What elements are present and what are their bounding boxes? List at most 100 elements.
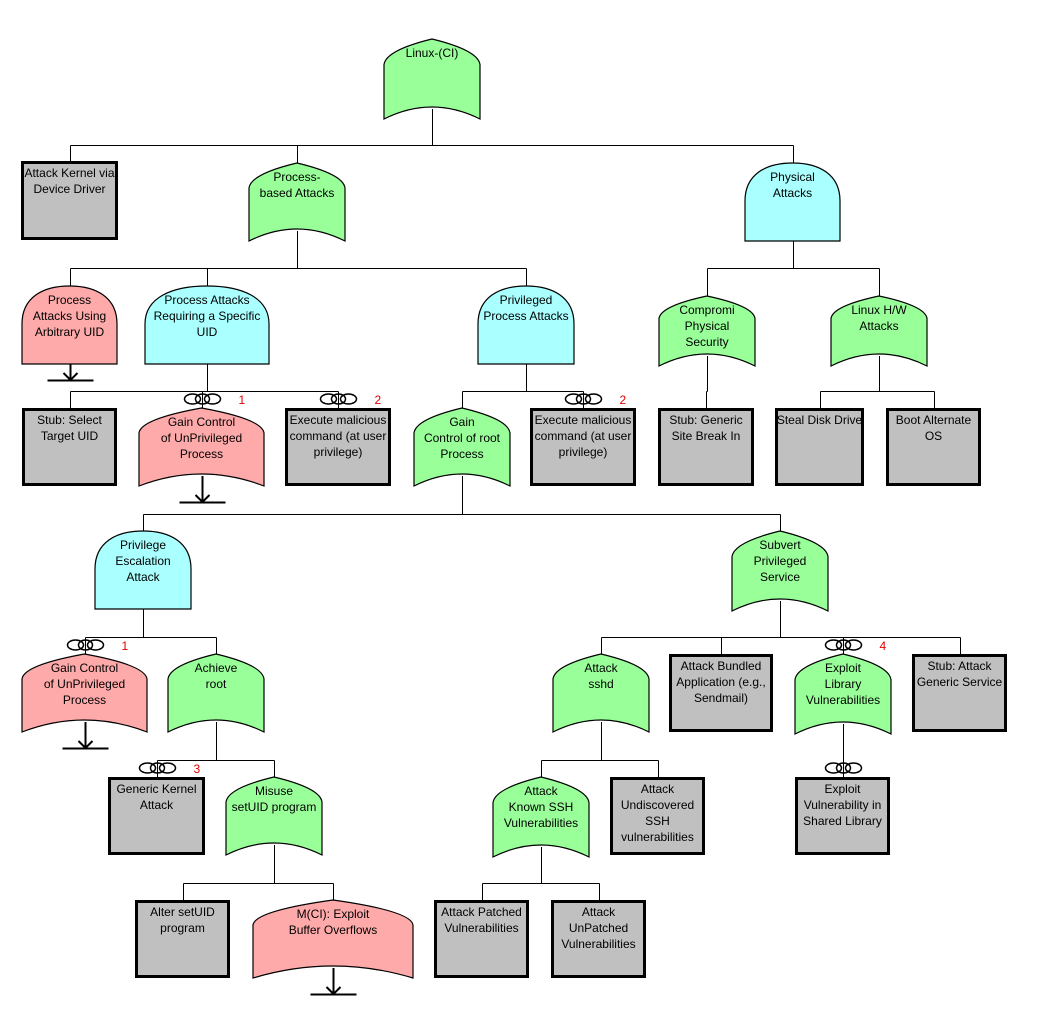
node-label-line: Stub: Select <box>37 413 102 427</box>
node-known-ssh[interactable]: Attack Known SSH Vulnerabilities <box>492 776 590 858</box>
node-label-line: Exploit <box>825 661 862 675</box>
node-label-line: Process <box>440 447 483 461</box>
node-root[interactable]: Linux-(CI) <box>383 38 481 120</box>
transfer-out-icon <box>179 476 226 504</box>
node-label-line: Exploit <box>824 782 861 796</box>
node-label-line: OS <box>925 429 942 443</box>
reference-number: 3 <box>194 762 201 776</box>
node-label-line: Library <box>825 677 862 691</box>
node-label-line: Process <box>48 293 91 307</box>
node-label-line: Gain <box>449 415 474 429</box>
node-achieve-root[interactable]: Achieve root <box>167 653 265 733</box>
node-bundled-app[interactable]: Attack Bundled Application (e.g., Sendmail… <box>669 654 773 732</box>
node-label-line: Linux-(CI) <box>406 46 459 60</box>
node-label-line: Physical <box>770 170 815 184</box>
node-label-line: Service <box>760 570 800 584</box>
node-label-line: Steal Disk Drive <box>777 413 863 427</box>
node-label-line: program <box>160 921 205 935</box>
node-stub-select-uid[interactable]: Stub: Select Target UID <box>22 408 117 486</box>
node-label-line: Attacks Using <box>33 309 106 323</box>
node-label-line: Vulnerabilities <box>444 921 518 935</box>
node-label-line: Privileged <box>500 293 553 307</box>
node-steal-disk[interactable]: Steal Disk Drive <box>775 408 864 486</box>
node-label-line: privilege) <box>314 445 363 459</box>
node-kernel-driver[interactable]: Attack Kernel via Device Driver <box>21 161 118 240</box>
node-alter-setuid[interactable]: Alter setUID program <box>135 900 230 978</box>
node-label-line: Site Break In <box>672 429 741 443</box>
node-label-line: Process- <box>273 170 320 184</box>
node-label-line: Arbitrary UID <box>35 325 105 339</box>
node-gain-root[interactable]: Gain Control of root Process <box>413 407 511 487</box>
node-compromise-physical[interactable]: Compromi Physical Security <box>658 295 756 367</box>
node-label-line: SSH <box>645 814 670 828</box>
node-label-line: of UnPrivileged <box>44 677 125 691</box>
node-label-line: Device Driver <box>33 182 105 196</box>
attack-tree-diagram: Linux-(CI) Attack Kernel via Device Driver… <box>21 38 1007 996</box>
node-patched-vulns[interactable]: Attack Patched Vulnerabilities <box>434 900 529 978</box>
node-label-line: Attacks <box>773 186 812 200</box>
node-label-line: root <box>206 677 227 691</box>
node-label-line: Gain Control <box>168 415 235 429</box>
node-label-line: Vulnerabilities <box>561 937 635 951</box>
node-hw-attacks[interactable]: Linux H/W Attacks <box>830 295 928 367</box>
node-label-line: vulnerabilities <box>621 830 694 844</box>
node-subvert-service[interactable]: Subvert Privileged Service <box>731 530 829 612</box>
node-label-line: Attack <box>524 784 558 798</box>
node-shared-library[interactable]: Exploit Vulnerability in Shared Library <box>795 762 890 855</box>
node-label-line: Attack <box>126 570 160 584</box>
node-label-line: Control of root <box>424 431 501 445</box>
nodes-layer: Linux-(CI) Attack Kernel via Device Driver… <box>21 38 1007 996</box>
node-stub-generic-service[interactable]: Stub: Attack Generic Service <box>912 654 1007 732</box>
node-privileged-process[interactable]: Privileged Process Attacks <box>477 285 575 365</box>
node-gain-unpriv-1[interactable]: Gain Control of UnPrivileged Process 1 <box>138 393 265 504</box>
node-label-line: Attacks <box>859 319 898 333</box>
node-label-line: Boot Alternate <box>896 413 972 427</box>
node-boot-alt-os[interactable]: Boot Alternate OS <box>886 408 981 486</box>
node-unpatched-vulns[interactable]: Attack UnPatched Vulnerabilities <box>551 900 646 978</box>
reference-number: 2 <box>620 393 627 407</box>
node-label-line: Escalation <box>115 554 170 568</box>
node-label-line: Process <box>180 447 223 461</box>
node-label-line: command (at user <box>535 429 632 443</box>
node-label-line: command (at user <box>290 429 387 443</box>
node-label-line: Gain Control <box>51 661 118 675</box>
node-generic-kernel[interactable]: Generic Kernel Attack 3 <box>108 762 205 855</box>
node-specific-uid[interactable]: Process Attacks Requiring a Specific UID <box>144 285 270 365</box>
node-label-line: Shared Library <box>803 814 882 828</box>
transfer-out-icon <box>62 722 109 750</box>
node-label-line: Subvert <box>759 538 801 552</box>
node-label-line: setUID program <box>232 800 317 814</box>
reference-number: 1 <box>239 393 246 407</box>
node-label-line: Application (e.g., <box>676 675 765 689</box>
node-misuse-setuid[interactable]: Misuse setUID program <box>225 776 323 856</box>
node-label-line: Compromi <box>679 303 734 317</box>
node-undiscovered-ssh[interactable]: Attack Undiscovered SSH vulnerabilities <box>610 777 705 855</box>
reference-number: 2 <box>375 393 382 407</box>
node-gain-unpriv-2[interactable]: Gain Control of UnPrivileged Process 1 <box>21 639 148 750</box>
node-label-line: sshd <box>588 677 613 691</box>
node-label-line: Execute malicious <box>535 413 632 427</box>
node-priv-escalation[interactable]: Privilege Escalation Attack <box>94 530 192 610</box>
reference-number: 1 <box>122 639 129 653</box>
node-label-line: Stub: Attack <box>927 659 992 673</box>
node-label-line: Requiring a Specific <box>154 309 261 323</box>
node-label-line: Attack <box>641 782 675 796</box>
node-label-line: of UnPrivileged <box>161 431 242 445</box>
node-label-line: Process <box>63 693 106 707</box>
node-arbitrary-uid[interactable]: Process Attacks Using Arbitrary UID <box>21 285 118 382</box>
node-process-based[interactable]: Process-based Attacks <box>248 162 346 242</box>
node-stub-site-break[interactable]: Stub: Generic Site Break In <box>658 408 754 486</box>
node-label-line: Undiscovered <box>621 798 694 812</box>
node-label-line: Execute malicious <box>290 413 387 427</box>
node-label-line: based Attacks <box>260 186 335 200</box>
node-buffer-overflows[interactable]: M(CI): Exploit Buffer Overflows <box>252 899 414 996</box>
node-label-line: Vulnerability in <box>804 798 882 812</box>
node-label-line: Attack <box>584 661 618 675</box>
node-label-line: Known SSH <box>509 800 574 814</box>
node-label-line: Alter setUID <box>150 905 215 919</box>
node-label-line: Linux H/W <box>851 303 907 317</box>
node-label-line: Process Attacks <box>164 293 249 307</box>
node-attack-sshd[interactable]: Attack sshd <box>552 653 650 733</box>
node-label-line: Privileged <box>754 554 807 568</box>
node-physical[interactable]: Physical Attacks <box>744 162 841 242</box>
